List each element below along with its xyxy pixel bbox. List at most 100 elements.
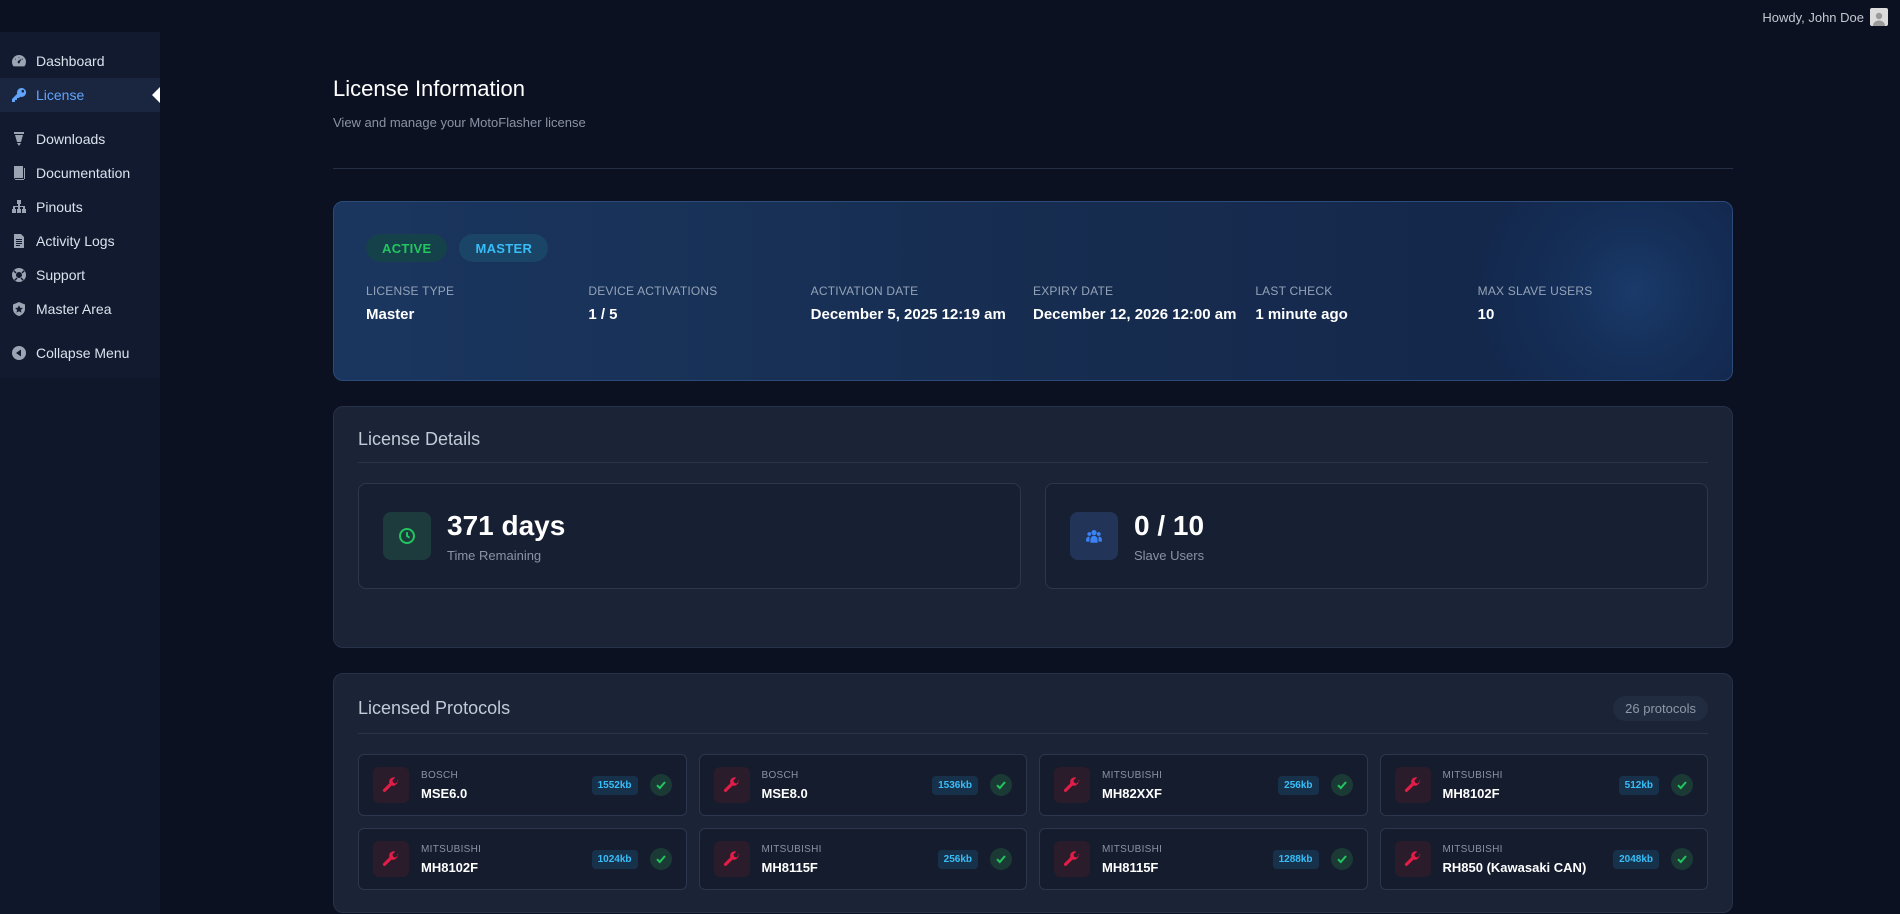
stat-label: MAX SLAVE USERS	[1477, 284, 1593, 298]
wrench-icon	[1394, 841, 1431, 877]
protocol-card[interactable]: MITSUBISHI MH8102F 1024kb	[358, 828, 687, 890]
protocol-card[interactable]: MITSUBISHI RH850 (Kawasaki CAN) 2048kb	[1379, 828, 1708, 890]
shield-icon	[10, 300, 28, 318]
sidebar-item-label: Support	[36, 267, 86, 283]
protocol-size-badge: 2048kb	[1613, 849, 1659, 869]
stat-label: EXPIRY DATE	[1032, 284, 1114, 298]
wrench-icon	[1394, 767, 1431, 803]
detail-row: 371 days Time Remaining 0 / 10 Slave Use…	[358, 483, 1708, 589]
protocol-card[interactable]: MITSUBISHI MH8115F 1288kb	[1039, 828, 1368, 890]
main-content: License Information View and manage your…	[333, 32, 1733, 913]
protocol-card[interactable]: MITSUBISHI MH82XXF 256kb	[1039, 754, 1368, 816]
licensed-protocols-panel: Licensed Protocols 26 protocols BOSCH MS…	[333, 673, 1733, 913]
protocol-vendor: MITSUBISHI	[1442, 769, 1503, 781]
check-icon	[1330, 848, 1353, 870]
protocol-name: RH850 (Kawasaki CAN)	[1442, 859, 1587, 875]
sidebar-menu: Dashboard License Downloads Documentatio…	[0, 32, 160, 378]
status-badge: ACTIVE	[366, 234, 448, 262]
sidebar-item-license[interactable]: License	[0, 78, 160, 112]
check-icon	[649, 848, 672, 870]
stat-value: 1 minute ago	[1255, 306, 1348, 323]
time-remaining-value: 371 days	[447, 509, 566, 541]
stat-device-activations: DEVICE ACTIVATIONS 1 / 5	[588, 284, 810, 325]
wrench-icon	[373, 767, 409, 803]
stat-activation-date: ACTIVATION DATE December 5, 2025 12:19 a…	[811, 284, 1033, 325]
protocol-size-badge: 1024kb	[591, 849, 638, 869]
protocol-name: MH8102F	[421, 859, 479, 875]
protocol-vendor: MITSUBISHI	[421, 843, 482, 855]
slave-users-value: 0 / 10	[1134, 509, 1205, 541]
sidebar-item-master-area[interactable]: Master Area	[0, 292, 160, 326]
protocol-vendor: MITSUBISHI	[1102, 769, 1163, 781]
license-summary-card: ACTIVE MASTER LICENSE TYPE Master DEVICE…	[333, 201, 1733, 381]
wrench-icon	[1054, 767, 1090, 803]
sidebar-item-label: Documentation	[36, 165, 131, 181]
check-icon	[1330, 774, 1353, 796]
sidebar-item-downloads[interactable]: Downloads	[0, 122, 160, 156]
users-icon	[1070, 512, 1118, 560]
panel-title: Licensed Protocols	[358, 698, 511, 718]
stat-value: 1 / 5	[588, 306, 618, 323]
protocol-count-badge: 26 protocols	[1613, 696, 1708, 721]
account-menu[interactable]: Howdy, John Doe	[1762, 8, 1888, 26]
protocol-name: MH8102F	[1442, 785, 1500, 801]
protocol-size-badge: 256kb	[937, 849, 978, 869]
wrench-icon	[373, 841, 409, 877]
sidebar-item-activity-logs[interactable]: Activity Logs	[0, 224, 160, 258]
stat-label: LICENSE TYPE	[366, 284, 455, 298]
protocol-name: MSE8.0	[761, 785, 808, 801]
protocol-size-badge: 1552kb	[591, 775, 638, 795]
protocol-card[interactable]: BOSCH MSE8.0 1536kb	[698, 754, 1027, 816]
key-icon	[10, 86, 28, 104]
page-title: License Information	[333, 76, 525, 101]
sidebar-item-dashboard[interactable]: Dashboard	[0, 44, 160, 78]
dashboard-icon	[10, 52, 28, 70]
protocol-name: MH8115F	[761, 859, 818, 875]
book-icon	[10, 164, 28, 182]
protocol-card[interactable]: MITSUBISHI MH8115F 256kb	[698, 828, 1027, 890]
user-icon	[1873, 12, 1885, 26]
protocol-name: MH82XXF	[1102, 785, 1162, 801]
avatar[interactable]	[1870, 8, 1888, 26]
time-remaining-label: Time Remaining	[447, 547, 542, 563]
protocol-card[interactable]: BOSCH MSE6.0 1552kb	[358, 754, 687, 816]
protocol-name: MSE6.0	[421, 785, 468, 801]
wrench-icon	[713, 841, 750, 877]
stat-label: LAST CHECK	[1255, 284, 1333, 298]
license-details-panel: License Details 371 days Time Remaining …	[333, 406, 1733, 648]
greeting-text: Howdy, John Doe	[1762, 9, 1864, 25]
sidebar-item-pinouts[interactable]: Pinouts	[0, 190, 160, 224]
license-stats: LICENSE TYPE Master DEVICE ACTIVATIONS 1…	[366, 284, 1700, 325]
protocol-name: MH8115F	[1102, 859, 1159, 875]
download-icon	[10, 130, 28, 148]
check-icon	[990, 774, 1012, 796]
sidebar: Dashboard License Downloads Documentatio…	[0, 32, 160, 914]
sidebar-item-label: Dashboard	[36, 53, 105, 69]
protocol-card[interactable]: MITSUBISHI MH8102F 512kb	[1379, 754, 1708, 816]
license-badges: ACTIVE MASTER	[366, 234, 1700, 262]
sidebar-separator	[0, 326, 160, 336]
divider	[333, 168, 1733, 169]
stat-license-type: LICENSE TYPE Master	[366, 284, 588, 325]
stat-max-slave-users: MAX SLAVE USERS 10	[1478, 284, 1700, 325]
wrench-icon	[713, 767, 750, 803]
sidebar-item-support[interactable]: Support	[0, 258, 160, 292]
stat-last-check: LAST CHECK 1 minute ago	[1255, 284, 1477, 325]
protocol-vendor: MITSUBISHI	[1442, 843, 1503, 855]
slave-users-label: Slave Users	[1134, 547, 1205, 563]
sidebar-item-documentation[interactable]: Documentation	[0, 156, 160, 190]
stat-label: DEVICE ACTIVATIONS	[588, 284, 718, 298]
clock-icon	[383, 512, 431, 560]
page-subtitle: View and manage your MotoFlasher license	[333, 115, 586, 130]
panel-header: License Details	[358, 429, 1708, 463]
sidebar-item-collapse-menu[interactable]: Collapse Menu	[0, 336, 160, 370]
panel-title: License Details	[358, 429, 481, 449]
type-badge: MASTER	[459, 234, 549, 262]
protocol-size-badge: 1536kb	[932, 775, 978, 795]
protocol-size-badge: 256kb	[1278, 775, 1319, 795]
check-icon	[990, 848, 1012, 870]
top-bar: Howdy, John Doe	[0, 0, 1900, 32]
protocol-size-badge: 512kb	[1618, 775, 1659, 795]
check-icon	[649, 774, 672, 796]
sidebar-item-label: Collapse Menu	[36, 345, 130, 361]
